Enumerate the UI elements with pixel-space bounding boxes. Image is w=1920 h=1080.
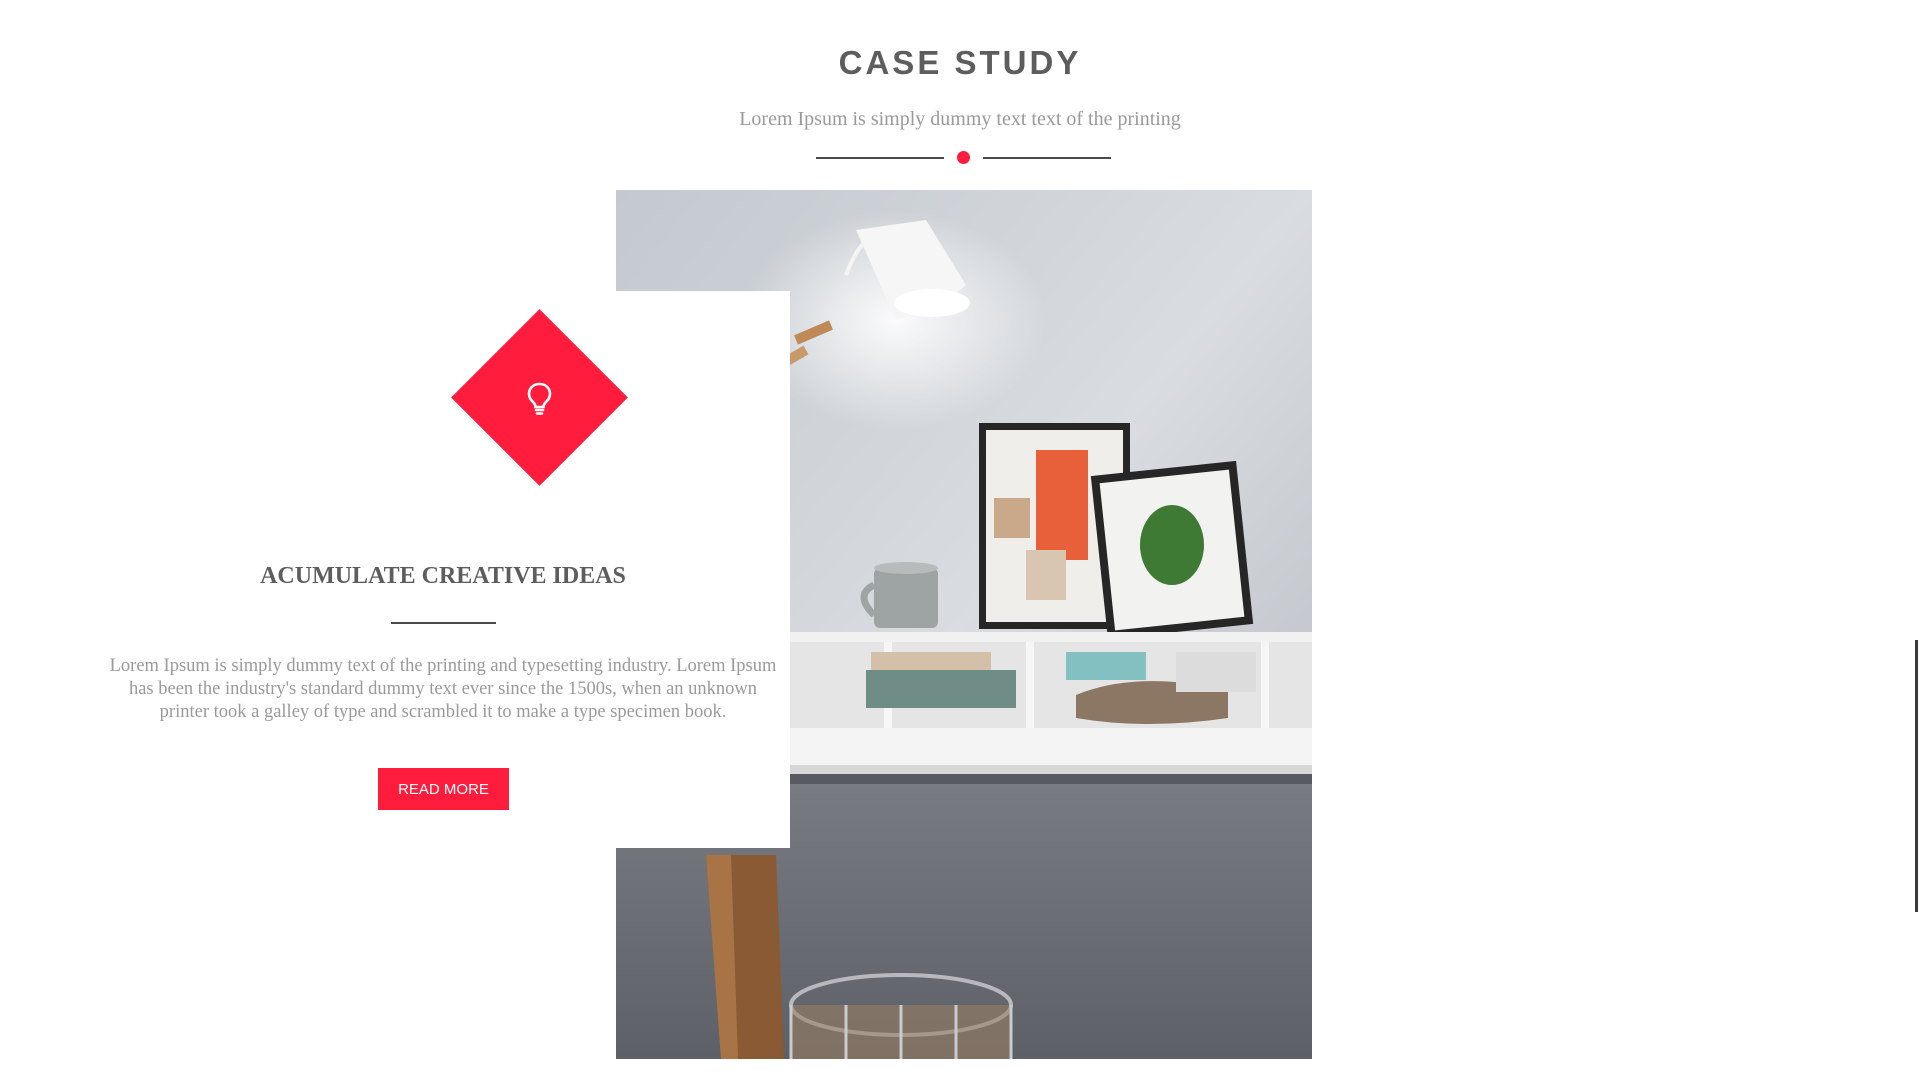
title-divider-right-line <box>983 157 1111 159</box>
page-scrollbar-thumb[interactable] <box>1915 640 1918 912</box>
lightbulb-icon <box>527 382 552 415</box>
case-study-card: ACUMULATE CREATIVE IDEAS Lorem Ipsum is … <box>96 291 790 848</box>
read-more-button[interactable]: READ MORE <box>378 768 509 810</box>
title-divider-left-line <box>816 157 944 159</box>
card-title-divider <box>391 622 496 624</box>
card-description: Lorem Ipsum is simply dummy text of the … <box>109 656 777 722</box>
card-title: ACUMULATE CREATIVE IDEAS <box>260 563 626 589</box>
section-title: CASE STUDY <box>838 44 1082 81</box>
title-divider-dot <box>957 151 970 164</box>
section-subtitle: Lorem Ipsum is simply dummy text text of… <box>739 108 1181 130</box>
